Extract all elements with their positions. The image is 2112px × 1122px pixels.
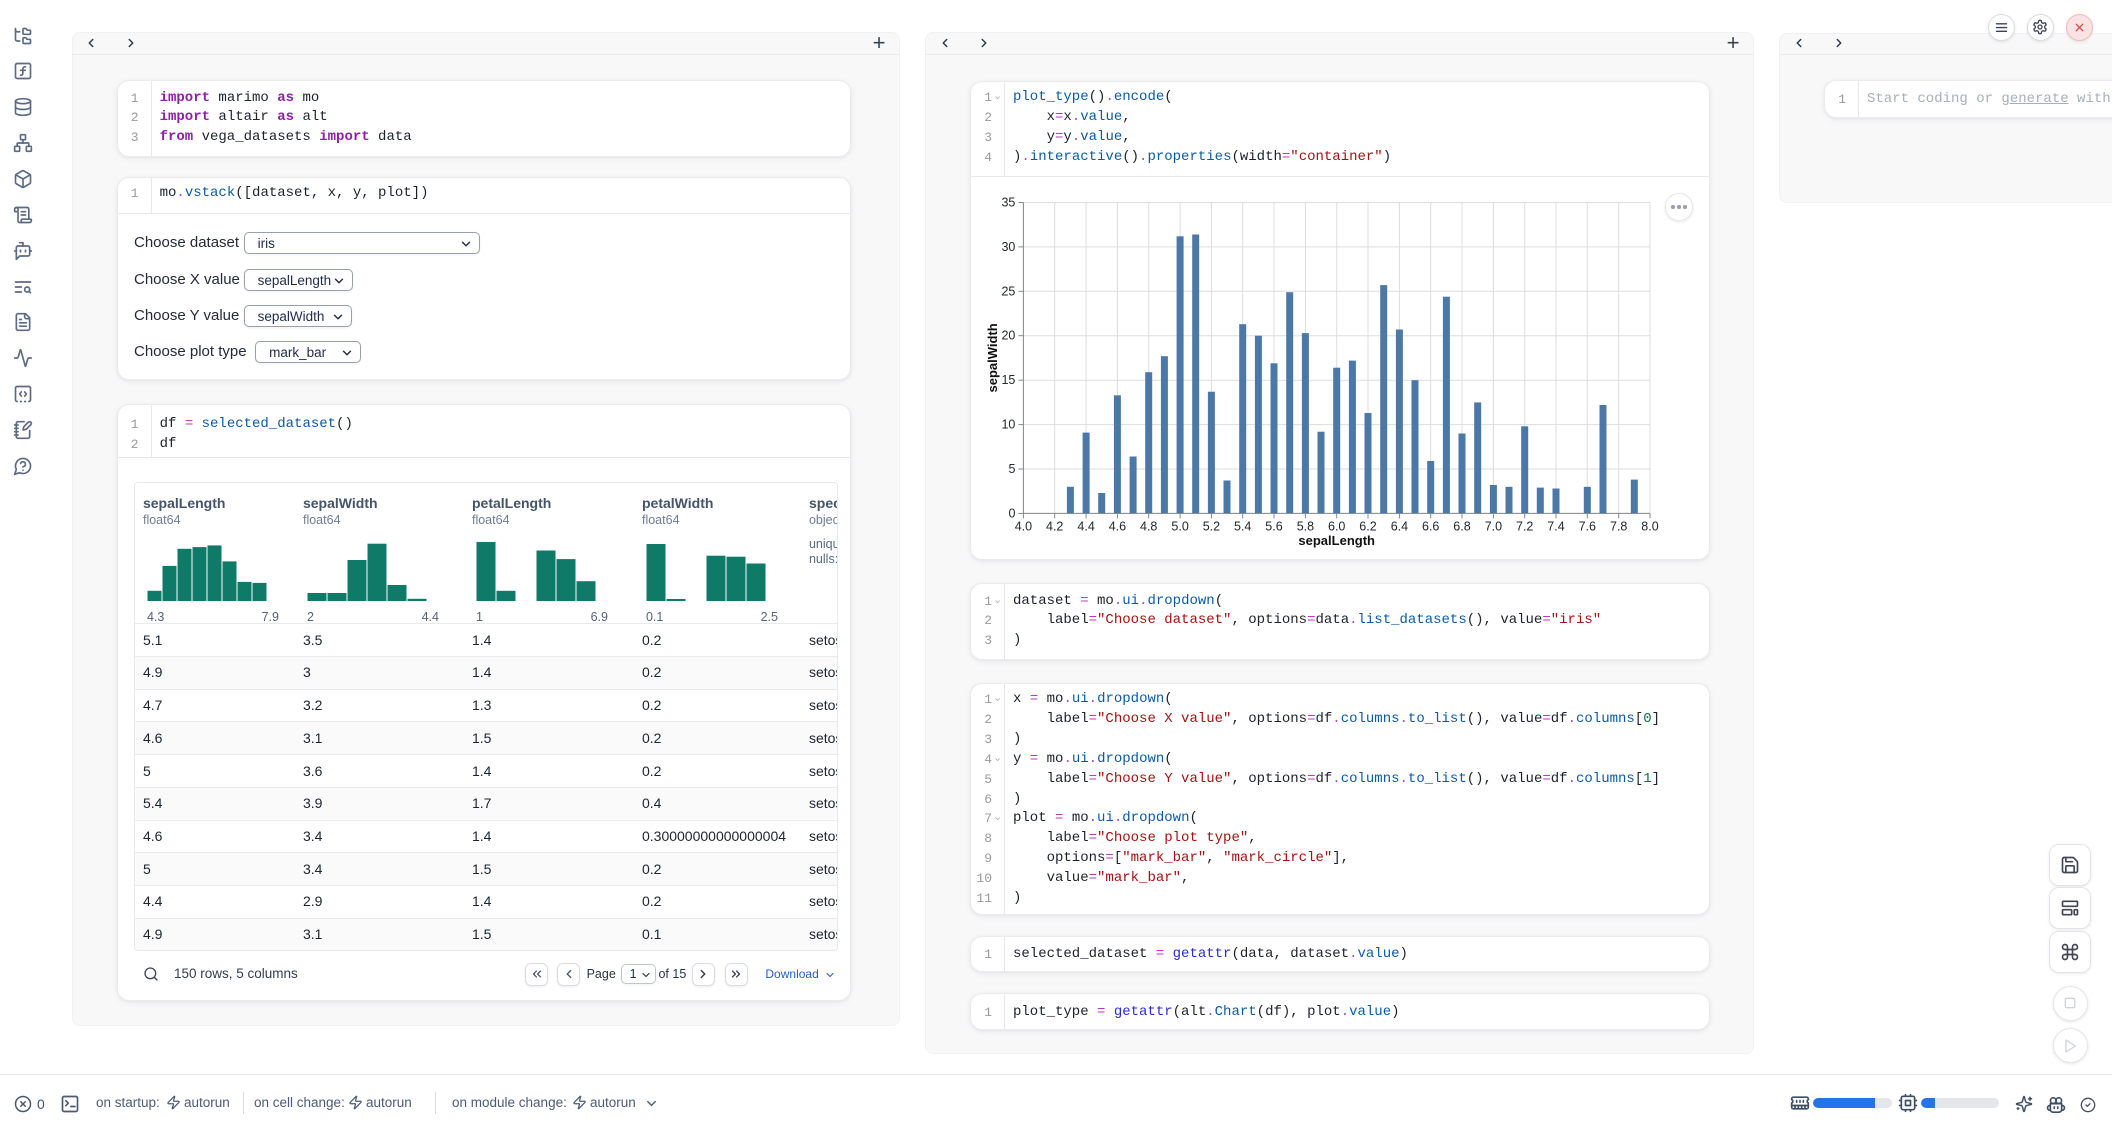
svg-text:25: 25 <box>1001 285 1015 299</box>
svg-text:35: 35 <box>1001 196 1015 210</box>
svg-text:7.6: 7.6 <box>1579 520 1596 534</box>
svg-text:6.0: 6.0 <box>1328 520 1345 534</box>
svg-text:5.8: 5.8 <box>1297 520 1314 534</box>
svg-text:4.0: 4.0 <box>1015 520 1032 534</box>
svg-text:sepalWidth: sepalWidth <box>985 324 1000 393</box>
svg-text:30: 30 <box>1001 240 1015 254</box>
svg-text:8.0: 8.0 <box>1641 520 1658 534</box>
svg-text:4.4: 4.4 <box>1077 520 1094 534</box>
svg-text:7.2: 7.2 <box>1516 520 1533 534</box>
svg-text:6.8: 6.8 <box>1453 520 1470 534</box>
svg-text:4.8: 4.8 <box>1140 520 1157 534</box>
svg-text:6.2: 6.2 <box>1359 520 1376 534</box>
svg-text:7.8: 7.8 <box>1610 520 1627 534</box>
svg-text:5: 5 <box>1008 462 1015 476</box>
svg-text:5.2: 5.2 <box>1203 520 1220 534</box>
svg-text:15: 15 <box>1001 374 1015 388</box>
svg-text:4.6: 4.6 <box>1109 520 1126 534</box>
svg-text:5.0: 5.0 <box>1171 520 1188 534</box>
svg-text:5.4: 5.4 <box>1234 520 1251 534</box>
svg-text:5.6: 5.6 <box>1265 520 1282 534</box>
svg-text:6.6: 6.6 <box>1422 520 1439 534</box>
svg-text:7.0: 7.0 <box>1485 520 1502 534</box>
svg-text:4.2: 4.2 <box>1046 520 1063 534</box>
svg-text:6.4: 6.4 <box>1391 520 1408 534</box>
svg-text:sepalLength: sepalLength <box>1298 533 1375 548</box>
svg-text:10: 10 <box>1001 418 1015 432</box>
svg-text:0: 0 <box>1008 507 1015 521</box>
svg-text:20: 20 <box>1001 329 1015 343</box>
svg-text:7.4: 7.4 <box>1547 520 1564 534</box>
